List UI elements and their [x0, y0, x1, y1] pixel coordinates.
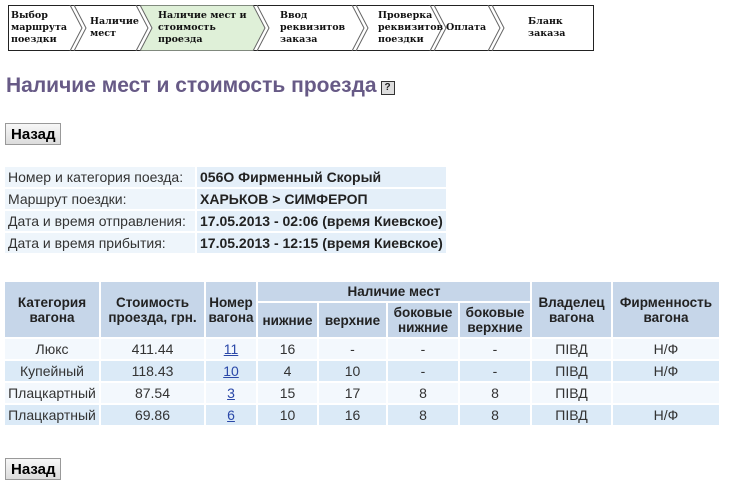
header-owner: Владелец вагона — [532, 282, 611, 337]
step-route[interactable]: Выбор маршрута поездки — [11, 5, 71, 51]
table-row: Купейный 118.43 10 4 10- - ПІВД Н/Ф — [5, 361, 719, 381]
cell-owner: ПІВД — [532, 383, 611, 403]
step-seats-price[interactable]: Наличие мест и стоимость проезда — [158, 5, 258, 51]
header-number: Номер вагона — [206, 282, 256, 337]
cell-lower: 4 — [258, 361, 317, 381]
wagon-number-link[interactable]: 6 — [227, 407, 235, 423]
cell-number: 6 — [206, 405, 256, 425]
header-lower: нижние — [258, 303, 317, 337]
info-row: Дата и время прибытия: 17.05.2013 - 12:15… — [5, 233, 446, 253]
back-button[interactable]: Назад — [5, 123, 62, 145]
cell-upper: 17 — [319, 383, 386, 403]
cell-owner: ПІВД — [532, 361, 611, 381]
cell-number: 10 — [206, 361, 256, 381]
info-row: Номер и категория поезда: 056О Фирменный … — [5, 167, 446, 187]
info-label: Дата и время отправления: — [5, 211, 195, 231]
info-label: Дата и время прибытия: — [5, 233, 195, 253]
step-seats[interactable]: Наличие мест — [90, 5, 140, 51]
cell-upper: 10 — [319, 361, 386, 381]
header-category: Категория вагона — [5, 282, 99, 337]
cell-owner: ПІВД — [532, 339, 611, 359]
cell-upper: 16 — [319, 405, 386, 425]
info-value: 056О Фирменный Скорый — [197, 167, 446, 187]
info-label: Номер и категория поезда: — [5, 167, 195, 187]
cell-upper: - — [319, 339, 386, 359]
cell-lower: 16 — [258, 339, 317, 359]
progress-steps: Выбор маршрута поездки Наличие мест Нали… — [8, 5, 594, 51]
cell-lower: 10 — [258, 405, 317, 425]
step-payment[interactable]: Оплата — [446, 5, 486, 51]
info-label: Маршрут поездки: — [5, 189, 195, 209]
cell-category: Плацкартный — [5, 405, 99, 425]
cell-side-lower: - — [388, 339, 458, 359]
cell-category: Люкс — [5, 339, 99, 359]
table-row: Люкс 411.44 11 16- - - ПІВД Н/Ф — [5, 339, 719, 359]
cell-side-upper: - — [460, 339, 530, 359]
step-details[interactable]: Ввод реквизитов заказа — [280, 5, 350, 51]
cell-side-upper: - — [460, 361, 530, 381]
cell-category: Купейный — [5, 361, 99, 381]
info-value: 17.05.2013 - 02:06 (время Киевское) — [197, 211, 446, 231]
header-price: Стоимость проезда, грн. — [101, 282, 204, 337]
wagon-number-link[interactable]: 11 — [224, 341, 239, 357]
page-title-text: Наличие мест и стоимость проезда — [6, 74, 377, 97]
header-brand: Фирменность вагона — [613, 282, 719, 337]
cell-side-lower: 8 — [388, 383, 458, 403]
cell-brand: Н/Ф — [613, 405, 719, 425]
header-side-upper: боковые верхние — [460, 303, 530, 337]
cell-side-upper: 8 — [460, 405, 530, 425]
header-side-lower: боковые нижние — [388, 303, 458, 337]
cell-price: 411.44 — [101, 339, 204, 359]
cell-brand: Н/Ф — [613, 339, 719, 359]
back-button-bottom[interactable]: Назад — [5, 458, 62, 480]
help-icon[interactable]: ? — [380, 81, 395, 95]
info-value: ХАРЬКОВ > СИМФЕРОП — [197, 189, 446, 209]
cell-side-lower: 8 — [388, 405, 458, 425]
table-row: Плацкартный 87.54 3 15 17 8 8 ПІВД — [5, 383, 719, 403]
table-row: Плацкартный 69.86 6 10 16 8 8 ПІВД Н/Ф — [5, 405, 719, 425]
cell-number: 3 — [206, 383, 256, 403]
cell-lower: 15 — [258, 383, 317, 403]
page-title: Наличие мест и стоимость проезда? — [6, 74, 395, 98]
info-value: 17.05.2013 - 12:15 (время Киевское) — [197, 233, 446, 253]
cell-price: 118.43 — [101, 361, 204, 381]
cell-price: 69.86 — [101, 405, 204, 425]
info-row: Дата и время отправления: 17.05.2013 - 02… — [5, 211, 446, 231]
cell-brand: Н/Ф — [613, 361, 719, 381]
cell-category: Плацкартный — [5, 383, 99, 403]
cell-owner: ПІВД — [532, 405, 611, 425]
wagons-table: Категория вагона Стоимость проезда, грн.… — [3, 280, 721, 427]
cell-brand — [613, 383, 719, 403]
step-check[interactable]: Проверка реквизитов поездки — [378, 5, 443, 51]
wagon-number-link[interactable]: 3 — [227, 385, 235, 401]
train-info: Номер и категория поезда: 056О Фирменный … — [3, 165, 448, 255]
wagon-number-link[interactable]: 10 — [223, 363, 239, 379]
info-row: Маршрут поездки: ХАРЬКОВ > СИМФЕРОП — [5, 189, 446, 209]
step-form[interactable]: Бланк заказа — [528, 5, 578, 51]
header-seats: Наличие мест — [258, 282, 530, 301]
cell-number: 11 — [206, 339, 256, 359]
cell-price: 87.54 — [101, 383, 204, 403]
cell-side-upper: 8 — [460, 383, 530, 403]
header-upper: верхние — [319, 303, 386, 337]
cell-side-lower: - — [388, 361, 458, 381]
